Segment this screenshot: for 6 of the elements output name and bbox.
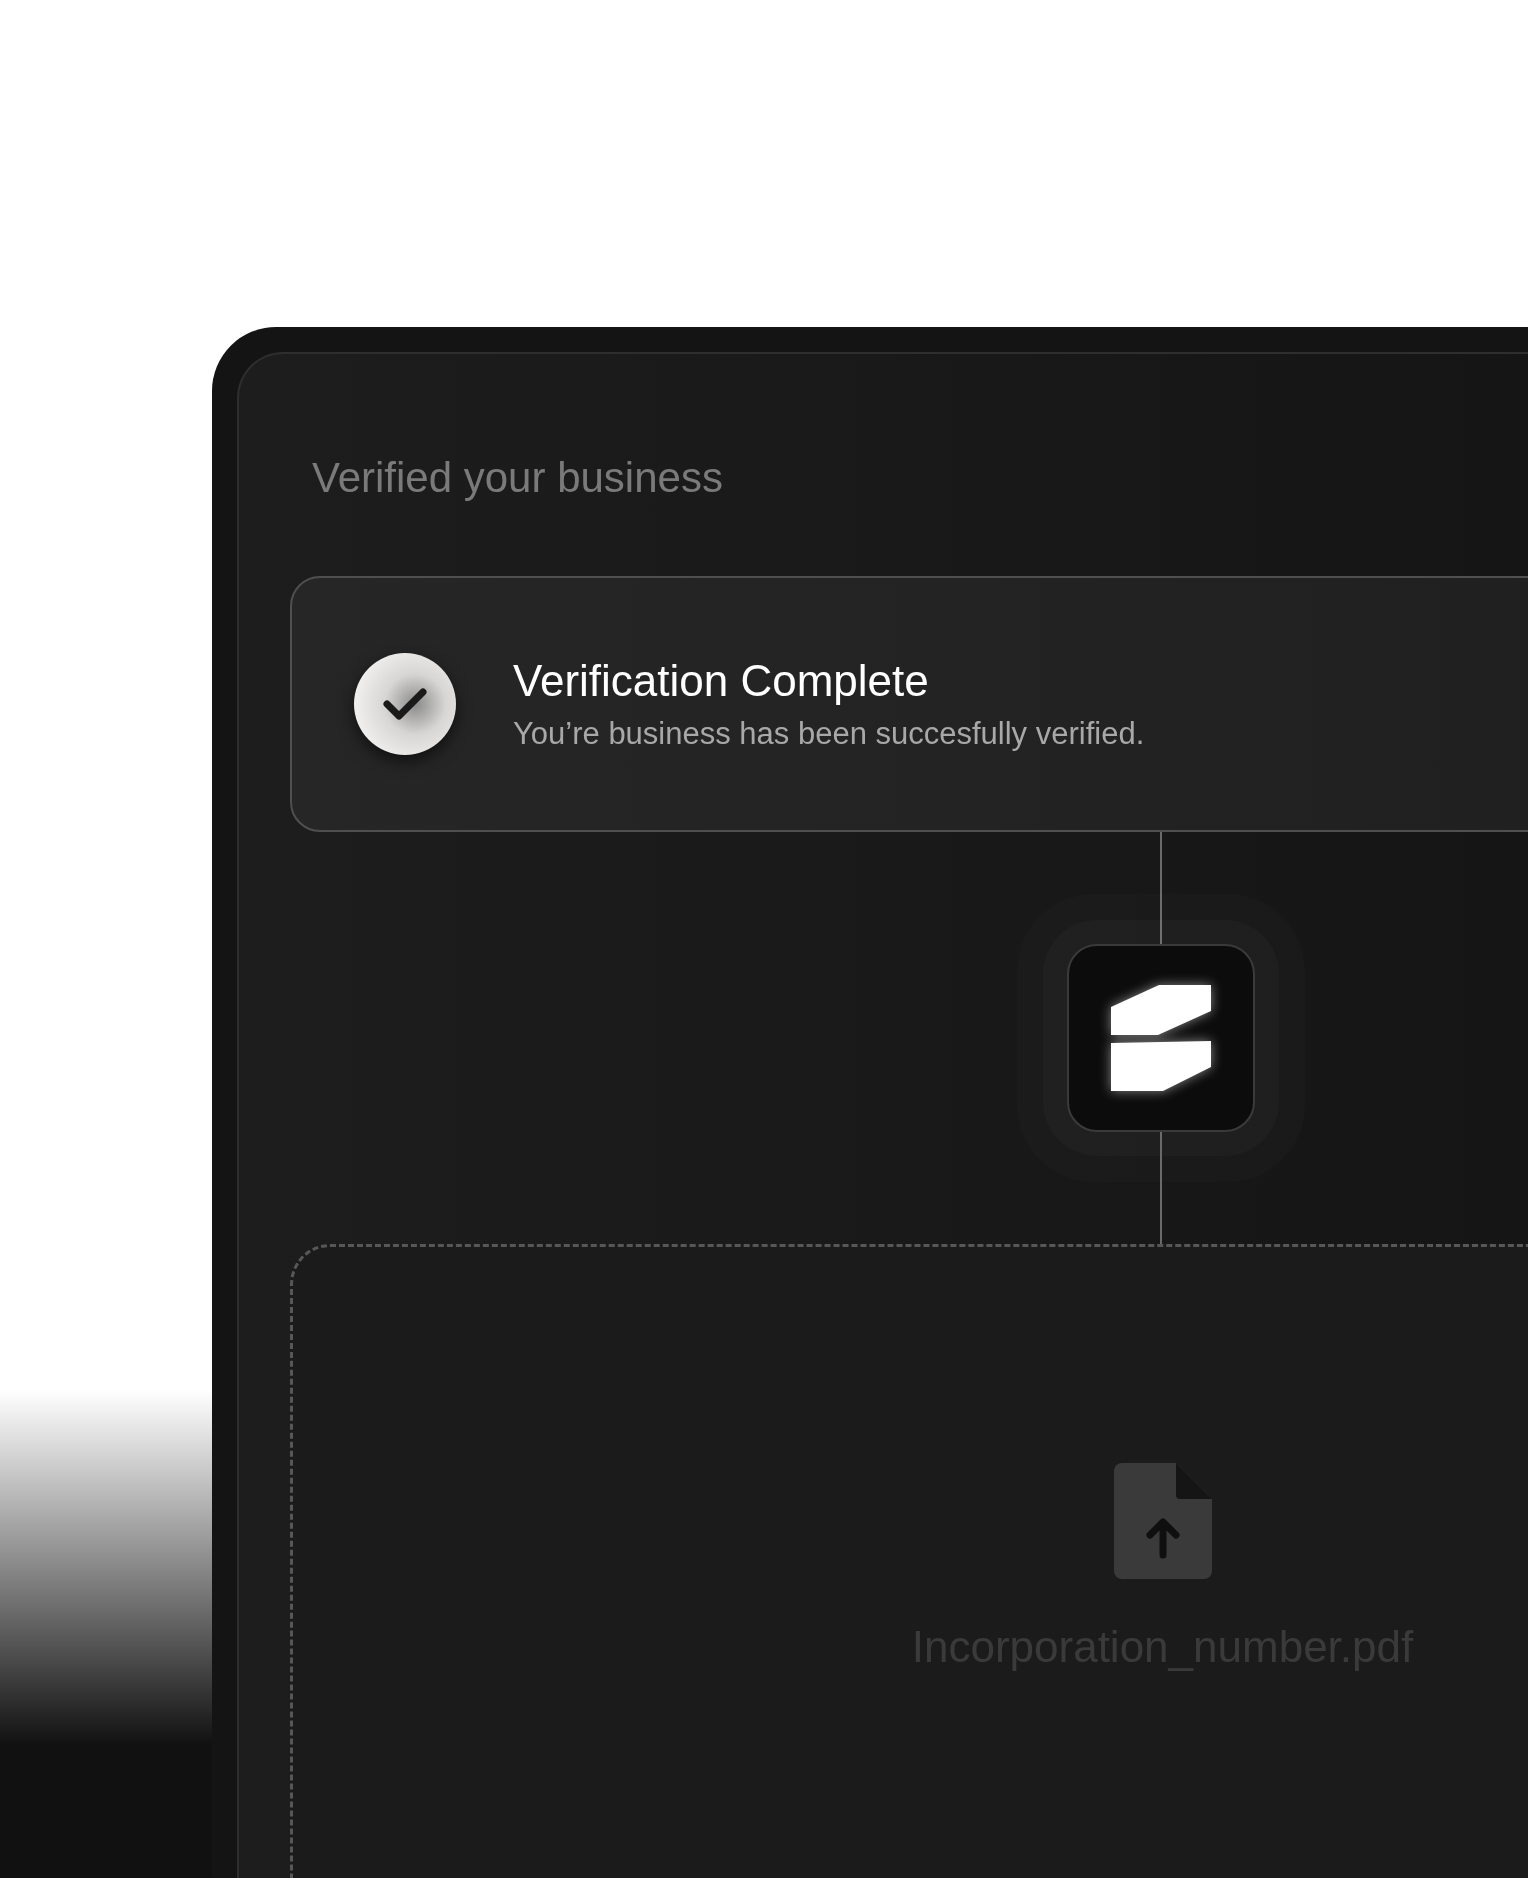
card-message: You’re business has been succesfully verified. [513, 715, 1145, 753]
check-icon [353, 652, 457, 756]
file-upload-icon [1113, 1463, 1212, 1579]
logo-icon [1111, 985, 1211, 1091]
section-heading: Verified your business [312, 453, 724, 503]
card-title: Verification Complete [513, 655, 930, 707]
